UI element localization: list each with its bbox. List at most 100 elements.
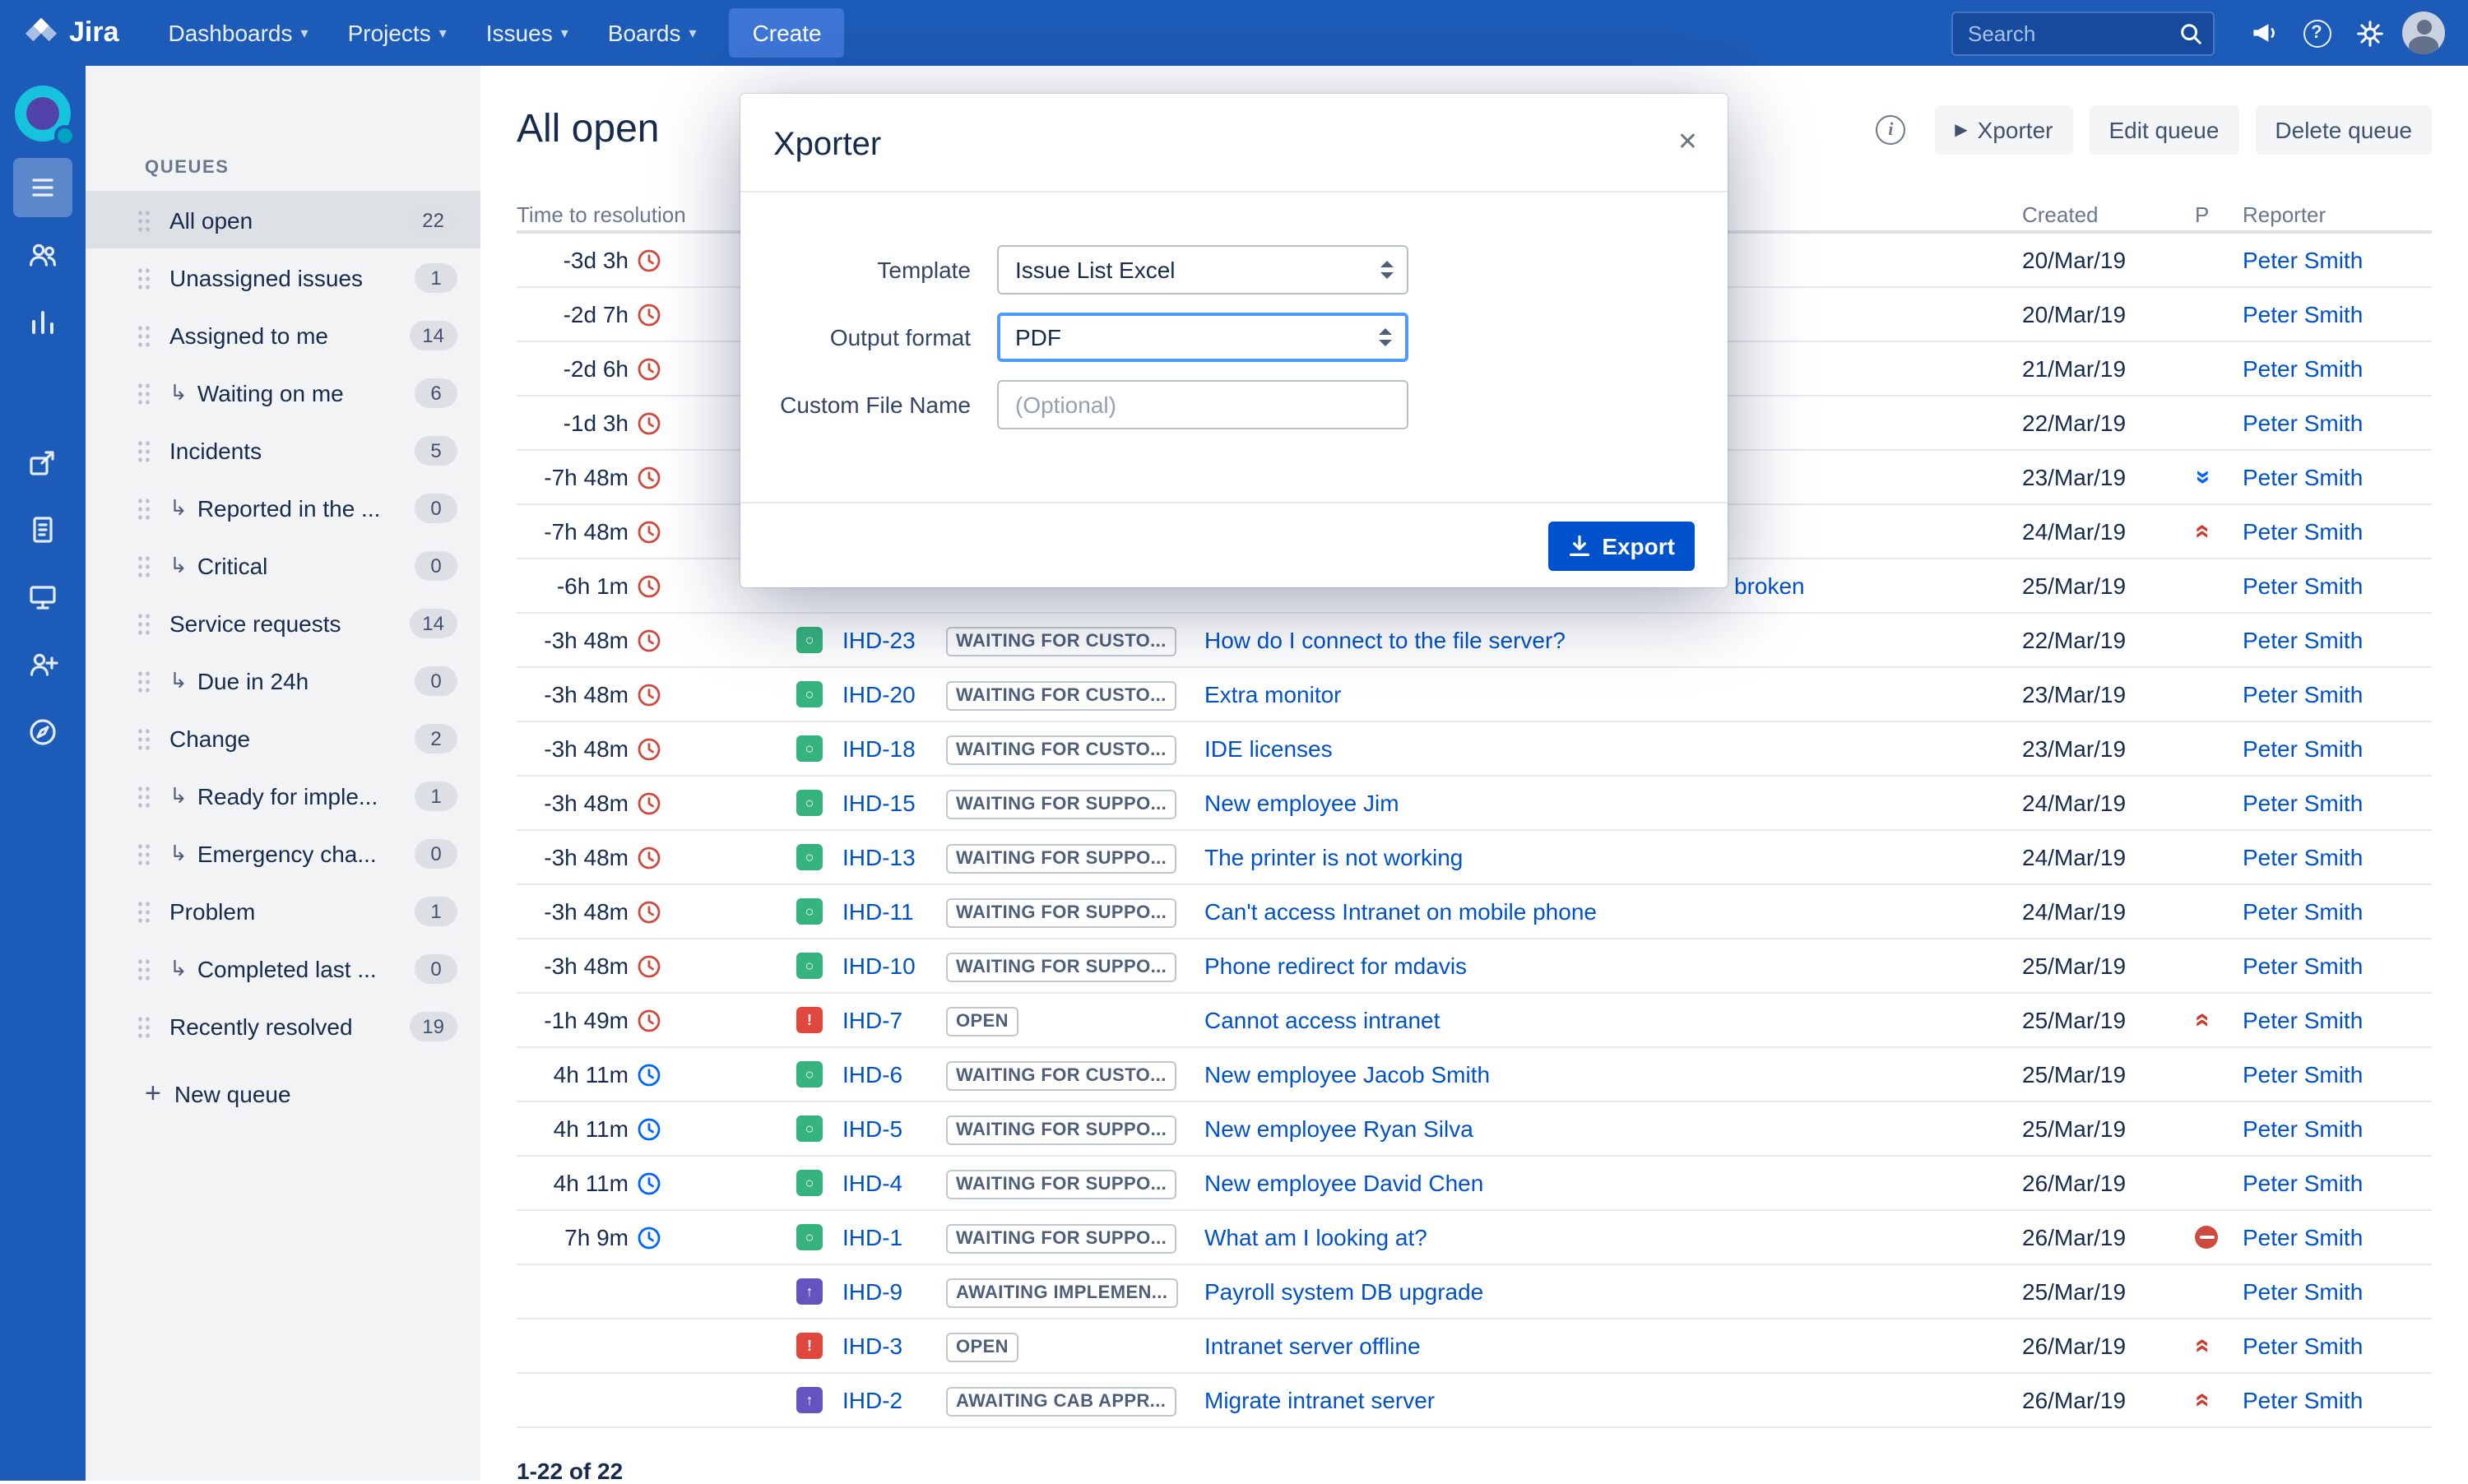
issue-key-link[interactable]: IHD-15	[842, 790, 916, 816]
jira-logo[interactable]: Jira	[23, 15, 119, 51]
nav-menu-item[interactable]: Dashboards ▾	[149, 0, 328, 66]
project-avatar[interactable]	[15, 86, 71, 141]
reporter-link[interactable]: Peter Smith	[2243, 247, 2363, 273]
reporter-link[interactable]: Peter Smith	[2243, 1333, 2363, 1359]
help-icon[interactable]: ?	[2290, 7, 2343, 59]
queue-list-item[interactable]: ↳ Problem 1	[86, 882, 480, 939]
issue-key-link[interactable]: IHD-18	[842, 735, 916, 762]
nav-menu-item[interactable]: Issues ▾	[466, 0, 588, 66]
drag-handle-icon[interactable]	[137, 1015, 151, 1038]
issue-summary-link[interactable]: Phone redirect for mdavis	[1204, 953, 2022, 979]
drag-handle-icon[interactable]	[137, 324, 151, 347]
drag-handle-icon[interactable]	[137, 497, 151, 520]
delete-queue-button[interactable]: Delete queue	[2255, 105, 2432, 155]
issue-key-link[interactable]: IHD-11	[842, 898, 914, 925]
reporter-link[interactable]: Peter Smith	[2243, 1278, 2363, 1305]
queue-list-item[interactable]: ↳ Unassigned issues 1	[86, 248, 480, 306]
issue-summary-link[interactable]: Migrate intranet server	[1204, 1387, 2022, 1413]
queue-list-item[interactable]: ↳ Waiting on me 6	[86, 364, 480, 421]
queue-list-item[interactable]: ↳ Reported in the ... 0	[86, 479, 480, 536]
issue-summary-link[interactable]: What am I looking at?	[1204, 1224, 2022, 1250]
output-format-select[interactable]: PDF	[997, 313, 1408, 362]
issue-key-link[interactable]: IHD-6	[842, 1061, 902, 1087]
drag-handle-icon[interactable]	[137, 727, 151, 750]
reporter-link[interactable]: Peter Smith	[2243, 1115, 2363, 1142]
reporter-link[interactable]: Peter Smith	[2243, 573, 2363, 599]
user-avatar[interactable]	[2402, 12, 2445, 54]
issue-key-link[interactable]: IHD-9	[842, 1278, 902, 1305]
issue-key-link[interactable]: IHD-5	[842, 1115, 902, 1142]
reports-rail-icon[interactable]	[13, 293, 72, 352]
reporter-link[interactable]: Peter Smith	[2243, 355, 2363, 382]
close-icon[interactable]: ✕	[1677, 127, 1698, 156]
issue-key-link[interactable]: IHD-3	[842, 1333, 902, 1359]
reporter-link[interactable]: Peter Smith	[2243, 1007, 2363, 1033]
queue-list-item[interactable]: ↳ Completed last ... 0	[86, 939, 480, 997]
drag-handle-icon[interactable]	[137, 267, 151, 290]
issue-summary-link[interactable]: New employee Jacob Smith	[1204, 1061, 2022, 1087]
queue-list-item[interactable]: ↳ Change 2	[86, 709, 480, 767]
queue-list-item[interactable]: ↳ Ready for imple... 1	[86, 767, 480, 824]
new-queue-button[interactable]: + New queue	[145, 1078, 480, 1111]
drag-handle-icon[interactable]	[137, 670, 151, 693]
search-input[interactable]	[1951, 11, 2215, 55]
nav-menu-item[interactable]: Projects ▾	[328, 0, 466, 66]
drag-handle-icon[interactable]	[137, 842, 151, 865]
channels-rail-icon[interactable]	[13, 568, 72, 627]
nav-menu-item[interactable]: Boards ▾	[588, 0, 717, 66]
issue-summary-link[interactable]: Payroll system DB upgrade	[1204, 1278, 2022, 1305]
issue-key-link[interactable]: IHD-23	[842, 627, 916, 653]
reporter-link[interactable]: Peter Smith	[2243, 1170, 2363, 1196]
template-select[interactable]: Issue List Excel	[997, 245, 1408, 294]
issue-summary-link[interactable]: Intranet server offline	[1204, 1333, 2022, 1359]
settings-gear-icon[interactable]	[2343, 7, 2396, 59]
announcements-icon[interactable]	[2238, 7, 2290, 59]
drag-handle-icon[interactable]	[137, 382, 151, 405]
issue-key-link[interactable]: IHD-7	[842, 1007, 902, 1033]
invite-team-rail-icon[interactable]	[13, 635, 72, 694]
customers-rail-icon[interactable]	[13, 225, 72, 285]
drag-handle-icon[interactable]	[137, 958, 151, 981]
drag-handle-icon[interactable]	[137, 209, 151, 232]
drag-handle-icon[interactable]	[137, 785, 151, 808]
issue-summary-link[interactable]: Cannot access intranet	[1204, 1007, 2022, 1033]
drag-handle-icon[interactable]	[137, 554, 151, 577]
custom-file-name-input[interactable]	[1015, 392, 1367, 418]
reporter-link[interactable]: Peter Smith	[2243, 627, 2363, 653]
queues-rail-icon[interactable]	[13, 158, 72, 217]
reporter-link[interactable]: Peter Smith	[2243, 1061, 2363, 1087]
settings-rail-icon[interactable]	[13, 703, 72, 762]
reporter-link[interactable]: Peter Smith	[2243, 1224, 2363, 1250]
issue-summary-link[interactable]: The printer is not working	[1204, 844, 2022, 870]
reporter-link[interactable]: Peter Smith	[2243, 518, 2363, 545]
reporter-link[interactable]: Peter Smith	[2243, 410, 2363, 436]
issue-summary-link[interactable]: New employee Jim	[1204, 790, 2022, 816]
drag-handle-icon[interactable]	[137, 900, 151, 923]
issue-summary-link[interactable]: New employee David Chen	[1204, 1170, 2022, 1196]
export-button[interactable]: Export	[1547, 521, 1695, 570]
drag-handle-icon[interactable]	[137, 612, 151, 635]
issue-summary-link[interactable]: Extra monitor	[1204, 681, 2022, 707]
reporter-link[interactable]: Peter Smith	[2243, 844, 2363, 870]
search-icon[interactable]	[2178, 21, 2203, 45]
reporter-link[interactable]: Peter Smith	[2243, 301, 2363, 327]
queue-list-item[interactable]: ↳ Emergency cha... 0	[86, 824, 480, 882]
queue-list-item[interactable]: ↳ Critical 0	[86, 536, 480, 594]
issue-key-link[interactable]: IHD-4	[842, 1170, 902, 1196]
create-button[interactable]: Create	[730, 8, 845, 58]
articles-rail-icon[interactable]	[13, 500, 72, 559]
drag-handle-icon[interactable]	[137, 439, 151, 462]
queue-list-item[interactable]: ↳ Assigned to me 14	[86, 306, 480, 364]
reporter-link[interactable]: Peter Smith	[2243, 790, 2363, 816]
queue-list-item[interactable]: ↳ All open 22	[86, 191, 480, 248]
reporter-link[interactable]: Peter Smith	[2243, 953, 2363, 979]
issue-key-link[interactable]: IHD-1	[842, 1224, 902, 1250]
issue-key-link[interactable]: IHD-20	[842, 681, 916, 707]
issue-summary-link[interactable]: New employee Ryan Silva	[1204, 1115, 2022, 1142]
edit-queue-button[interactable]: Edit queue	[2090, 105, 2239, 155]
xporter-button[interactable]: ▶ Xporter	[1935, 105, 2072, 155]
queue-list-item[interactable]: ↳ Incidents 5	[86, 421, 480, 479]
queue-list-item[interactable]: ↳ Service requests 14	[86, 594, 480, 652]
issue-key-link[interactable]: IHD-10	[842, 953, 916, 979]
raise-request-rail-icon[interactable]	[13, 433, 72, 492]
